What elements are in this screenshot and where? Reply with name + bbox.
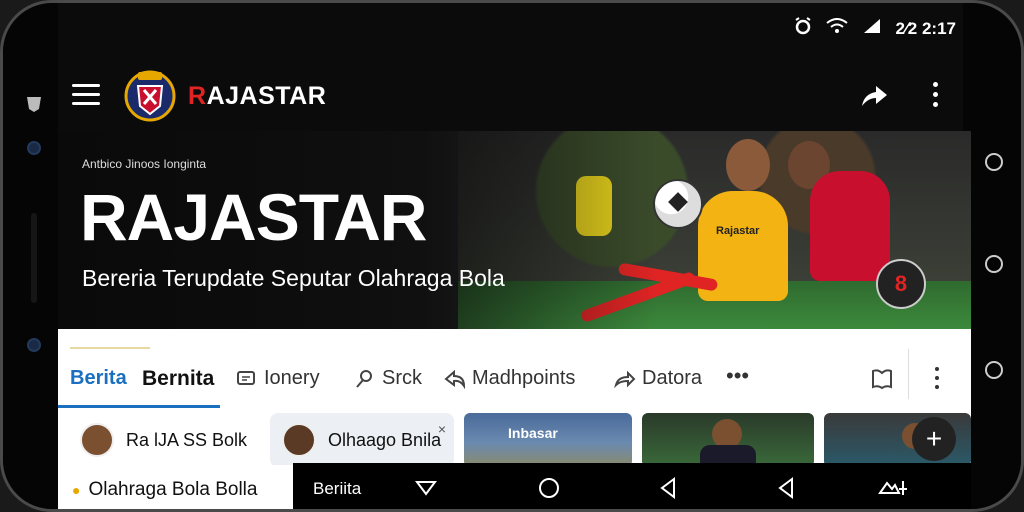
speaker-slot <box>31 213 37 303</box>
tabs-divider <box>908 349 909 399</box>
club-logo <box>124 66 176 124</box>
tab-label: Srck <box>382 367 422 389</box>
bottom-navigation-bar: Beriita <box>293 463 971 509</box>
hero-subtitle: Bereria Terupdate Seputar Olahraga Bola <box>82 265 505 291</box>
tabs-more-options-icon[interactable] <box>934 367 940 393</box>
tab-label: Datora <box>642 367 703 389</box>
share-icon[interactable] <box>858 80 890 112</box>
active-tab-indicator <box>58 405 220 408</box>
avatar <box>282 423 316 457</box>
bookmark-book-icon[interactable] <box>870 367 894 391</box>
gesture-icon[interactable] <box>877 475 911 501</box>
chat-icon <box>236 369 256 389</box>
status-bar: 2∕2 2:17 <box>794 17 957 40</box>
category-tabs: Berita Bernita Ionery Srck Madhpoints Da… <box>58 329 971 409</box>
tab-label: Bernita <box>142 367 215 390</box>
close-icon[interactable]: × <box>438 421 446 437</box>
thumb-card-1[interactable]: Inbasar <box>464 413 632 467</box>
clock-text: 2∕2 2:17 <box>895 18 957 38</box>
tab-berita[interactable]: Berita <box>70 367 127 390</box>
card-chip-2[interactable]: Olhaago Bnila × <box>270 413 454 467</box>
hero-banner[interactable]: Rajastar Antbico Jinoos Ionginta RAJASTA… <box>58 131 971 329</box>
chip-label: Ra lJA SS Bolk <box>126 429 248 450</box>
alarm-icon <box>794 17 812 40</box>
hero-kicker: Antbico Jinoos Ionginta <box>82 157 207 171</box>
system-button-middle[interactable] <box>985 255 1003 273</box>
pin-icon <box>354 369 374 389</box>
thumb-card-2[interactable] <box>642 413 814 467</box>
brand-name: RAJASTAR <box>188 82 327 110</box>
back-triangle-icon[interactable] <box>655 475 681 501</box>
avatar <box>80 423 114 457</box>
tab-ionery[interactable]: Ionery <box>236 367 320 390</box>
home-circle-icon[interactable] <box>536 475 562 501</box>
player-red <box>810 171 890 281</box>
hero-title: RAJASTAR <box>80 180 427 254</box>
share-arrow-icon <box>444 369 466 389</box>
shield-icon <box>25 95 43 118</box>
chevron-down-icon[interactable] <box>413 475 439 501</box>
tab-bernita[interactable]: Bernita <box>142 367 214 391</box>
sensor-dot <box>27 338 41 352</box>
signal-icon <box>862 17 882 40</box>
right-bezel <box>963 3 1021 509</box>
player-yellow-head <box>726 139 770 191</box>
forward-arrow-icon <box>614 369 636 389</box>
tab-label: Ionery <box>264 367 320 389</box>
system-button-bottom[interactable] <box>985 361 1003 379</box>
phone-frame: 2∕2 2:17 RAJASTAR Rajastar Antbico Jinoo… <box>0 0 1024 512</box>
chip-label: Olhaago Bnila <box>328 429 442 450</box>
chip-label: Olahraga Bola Bolla <box>88 479 258 500</box>
tab-madhpoints[interactable]: Madhpoints <box>444 367 575 390</box>
app-bar: RAJASTAR <box>58 58 971 133</box>
thumb-label: Inbasar <box>508 425 558 441</box>
wifi-icon <box>825 18 848 39</box>
left-bezel <box>3 3 58 509</box>
bottom-category-chip[interactable]: ● Olahraga Bola Bolla <box>58 465 294 509</box>
tab-label: Madhpoints <box>472 367 576 389</box>
tabs-more-icon[interactable]: ••• <box>726 363 749 389</box>
more-options-icon[interactable] <box>930 82 940 112</box>
hero-badge[interactable]: 8 <box>876 259 926 309</box>
add-button[interactable]: + <box>912 417 956 461</box>
tab-label: Berita <box>70 367 127 389</box>
system-button-top[interactable] <box>985 153 1003 171</box>
football <box>653 179 703 229</box>
nav-tab-beriita[interactable]: Beriita <box>313 479 361 499</box>
hamburger-menu-icon[interactable] <box>72 84 100 106</box>
jersey-text: Rajastar <box>716 225 760 237</box>
tab-datora[interactable]: Datora <box>614 367 702 390</box>
card-chip-1[interactable]: Ra lJA SS Bolk <box>68 413 264 467</box>
tab-srck[interactable]: Srck <box>354 367 422 390</box>
front-camera <box>27 141 41 155</box>
tabs-top-line <box>70 347 150 349</box>
back-triangle-icon-2[interactable] <box>773 475 799 501</box>
bullet-icon: ● <box>72 482 81 498</box>
